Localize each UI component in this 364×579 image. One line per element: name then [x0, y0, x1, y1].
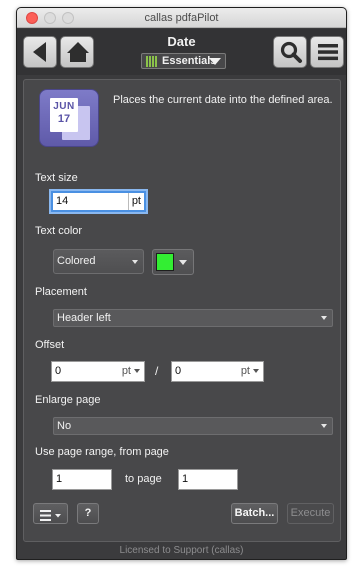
enlarge-page-select[interactable]: No	[53, 417, 333, 435]
app-window: callas pdfaPilot Date Essentials JUN 17 …	[16, 7, 347, 560]
text-size-label: Text size	[35, 172, 78, 184]
offset-x-unit-dropdown[interactable]: pt	[122, 362, 140, 381]
text-color-mode-select[interactable]: Colored	[53, 249, 144, 274]
search-button[interactable]	[273, 36, 307, 68]
offset-separator: /	[155, 364, 159, 378]
placement-select[interactable]: Header left	[53, 309, 333, 327]
zoom-window-button[interactable]	[62, 12, 74, 24]
list-menu-button[interactable]	[33, 503, 68, 524]
icon-month: JUN	[53, 101, 75, 112]
help-button[interactable]: ?	[77, 503, 99, 524]
text-size-unit: pt	[127, 193, 144, 210]
chevron-down-icon	[132, 260, 138, 264]
offset-x-input[interactable]: 0 pt	[51, 361, 145, 382]
offset-label: Offset	[35, 339, 65, 351]
close-window-button[interactable]	[26, 12, 38, 24]
offset-y-input[interactable]: 0 pt	[171, 361, 264, 382]
batch-button[interactable]: Batch...	[231, 503, 278, 524]
chevron-down-icon	[321, 316, 327, 320]
chevron-down-icon	[321, 424, 327, 428]
execute-button[interactable]: Execute	[287, 503, 334, 524]
enlarge-page-label: Enlarge page	[35, 394, 101, 406]
text-color-label: Text color	[35, 225, 83, 237]
essentials-bars-icon	[146, 56, 158, 67]
icon-day: 17	[57, 113, 71, 125]
page-range-to-input[interactable]: 1	[178, 469, 238, 490]
chevron-down-icon	[209, 58, 221, 65]
color-swatch	[156, 253, 174, 271]
page-range-label: Use page range, from page	[35, 446, 169, 458]
fixup-description: Places the current date into the defined…	[113, 94, 333, 106]
text-size-input[interactable]: 14 pt	[51, 191, 146, 212]
minimize-window-button[interactable]	[44, 12, 56, 24]
settings-panel: JUN 17 Places the current date into the …	[23, 79, 341, 542]
text-color-picker[interactable]	[152, 249, 194, 275]
menu-button[interactable]	[310, 36, 344, 68]
to-page-label: to page	[125, 473, 162, 485]
profile-selector[interactable]: Essentials	[141, 53, 226, 69]
chevron-down-icon	[179, 260, 187, 265]
offset-y-unit-dropdown[interactable]: pt	[241, 362, 259, 381]
calendar-date-icon: JUN 17	[39, 89, 99, 147]
title-bar: callas pdfaPilot	[17, 8, 346, 28]
license-info: Licensed to Support (callas)	[119, 545, 244, 556]
list-icon	[40, 509, 62, 528]
placement-label: Placement	[35, 286, 87, 298]
toolbar: Date Essentials	[17, 29, 346, 75]
window-title: callas pdfaPilot	[144, 12, 219, 24]
page-range-from-input[interactable]: 1	[52, 469, 112, 490]
